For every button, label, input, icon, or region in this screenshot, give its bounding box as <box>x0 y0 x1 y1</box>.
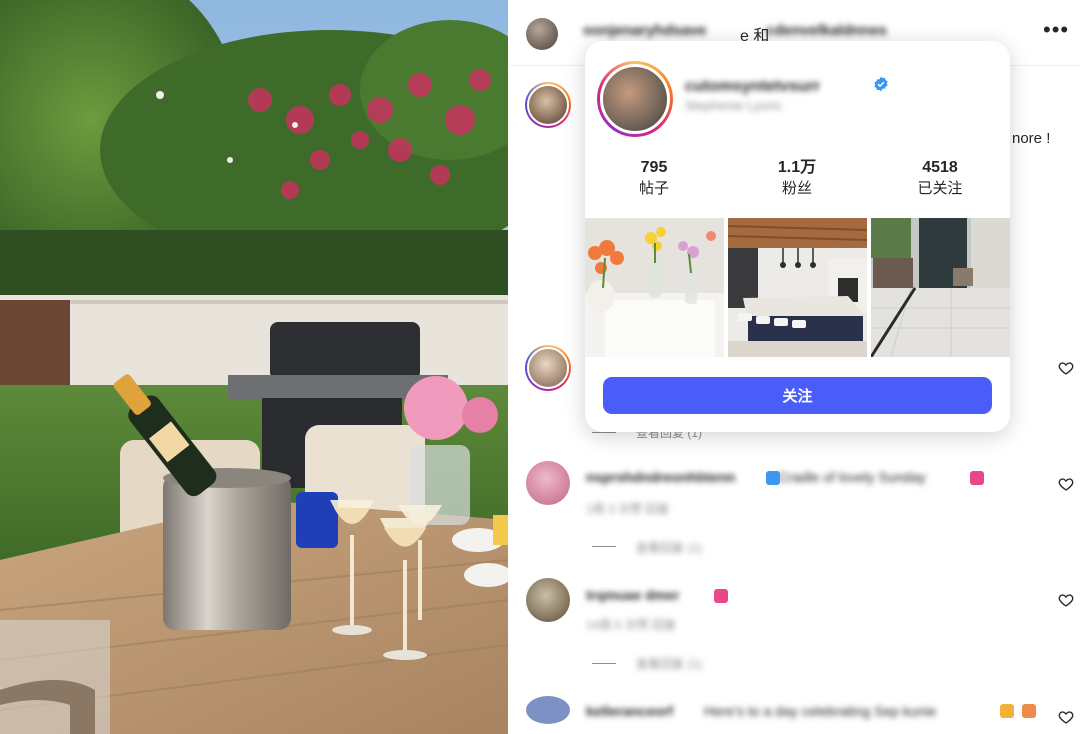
reply-divider <box>592 663 616 664</box>
comment-avatar[interactable] <box>526 461 570 505</box>
caption-avatar[interactable] <box>525 82 571 128</box>
heart-emoji-icon <box>970 471 984 485</box>
followers-count-label: 粉丝 <box>781 180 812 197</box>
posts-count[interactable]: 795 帖子 <box>594 158 714 199</box>
comment-meta: 1周 3 次赞 回复 <box>586 502 670 516</box>
comment-avatar[interactable] <box>525 345 571 391</box>
heart-icon[interactable] <box>1058 709 1074 725</box>
comment-avatar[interactable] <box>526 578 570 622</box>
following-count-value: 4518 <box>922 159 958 176</box>
post-thumbnail[interactable] <box>728 218 867 357</box>
caption-text-tail: nore ! <box>1012 130 1051 147</box>
follow-button[interactable]: 关注 <box>603 377 992 414</box>
comment-meta: 14周 5 次赞 回复 <box>586 618 677 632</box>
reply-divider <box>592 432 616 433</box>
view-replies-link[interactable]: 查看回复 (1) <box>636 655 702 672</box>
posts-count-value: 795 <box>640 159 668 176</box>
heart-icon[interactable] <box>1058 592 1074 608</box>
profile-avatar[interactable] <box>597 61 673 137</box>
followers-count-value: 1.1万 <box>777 159 817 176</box>
followers-count[interactable]: 1.1万 粉丝 <box>737 158 857 199</box>
recent-posts-grid <box>585 218 1010 357</box>
reply-divider <box>592 546 616 547</box>
more-options-icon[interactable]: ••• <box>1043 19 1069 41</box>
post-thumbnail[interactable] <box>871 218 1010 357</box>
author-username[interactable]: oonjenaryhdsave <box>583 22 706 39</box>
posts-count-label: 帖子 <box>638 180 669 197</box>
comment-username[interactable]: nsprshdndreonhbtenn <box>586 469 735 485</box>
profile-username[interactable]: cutomsyntetvsurr <box>685 78 820 96</box>
emoji-icon <box>1022 704 1036 718</box>
comment-username[interactable]: kelleranceorf <box>586 703 673 719</box>
emoji-icon <box>766 471 780 485</box>
post-photo[interactable] <box>0 0 508 734</box>
comment-text: Cradle of lovely Sunday <box>778 469 926 485</box>
emoji-icon <box>1000 704 1014 718</box>
following-count-label: 已关注 <box>917 180 963 197</box>
following-count[interactable]: 4518 已关注 <box>880 158 1000 199</box>
heart-emoji-icon <box>714 589 728 603</box>
profile-full-name: Stephenie Lyons <box>685 98 782 113</box>
patio-champagne-image <box>0 0 508 734</box>
author-avatar[interactable] <box>526 18 558 50</box>
profile-hover-card: cutomsyntetvsurr Stephenie Lyons 795 帖子 … <box>585 41 1010 432</box>
coauthor-username[interactable]: cdenvelkaldnnes <box>766 22 887 39</box>
heart-icon[interactable] <box>1058 476 1074 492</box>
verified-badge-icon <box>874 76 888 92</box>
post-thumbnail[interactable] <box>585 218 724 357</box>
comment-avatar[interactable] <box>526 696 570 724</box>
heart-icon[interactable] <box>1058 360 1074 376</box>
view-replies-link[interactable]: 查看回复 (1) <box>636 539 702 556</box>
comment-username[interactable]: trqmuae dmer <box>586 587 679 603</box>
comment-text: Here's to a day celebrating Sep kunie <box>704 703 937 719</box>
